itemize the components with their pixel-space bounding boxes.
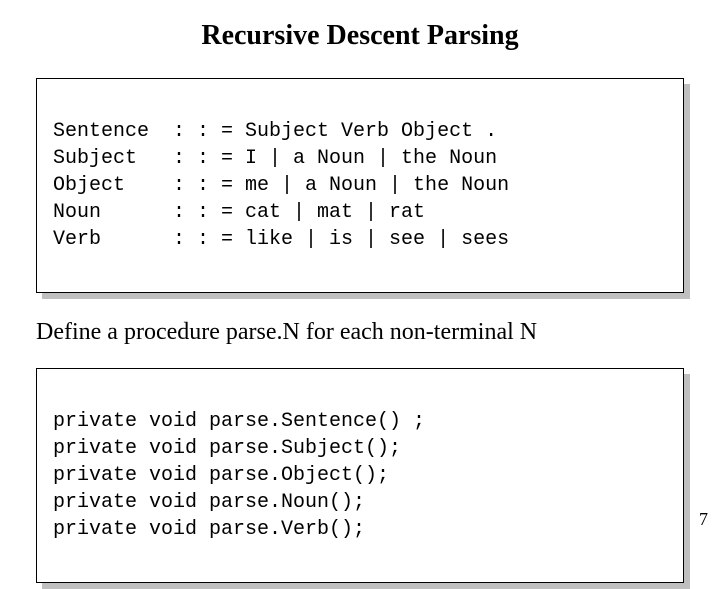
code-line: private void parse.Noun(); (53, 491, 365, 514)
page-number: 7 (699, 509, 708, 530)
body-text: Define a procedure parse.N for each non-… (36, 319, 684, 346)
code-panel: private void parse.Sentence() ; private … (36, 368, 684, 583)
slide-title: Recursive Descent Parsing (36, 20, 684, 52)
grammar-line: Noun : : = cat | mat | rat (53, 201, 425, 224)
code-line: private void parse.Object(); (53, 464, 389, 487)
grammar-box: Sentence : : = Subject Verb Object . Sub… (36, 78, 684, 293)
grammar-line: Sentence : : = Subject Verb Object . (53, 120, 497, 143)
code-box: private void parse.Sentence() ; private … (36, 368, 684, 583)
code-line: private void parse.Subject(); (53, 437, 401, 460)
code-line: private void parse.Verb(); (53, 518, 365, 541)
grammar-panel: Sentence : : = Subject Verb Object . Sub… (36, 78, 684, 293)
code-line: private void parse.Sentence() ; (53, 410, 425, 433)
grammar-line: Verb : : = like | is | see | sees (53, 228, 509, 251)
grammar-line: Subject : : = I | a Noun | the Noun (53, 147, 497, 170)
grammar-line: Object : : = me | a Noun | the Noun (53, 174, 509, 197)
slide: Recursive Descent Parsing Sentence : : =… (0, 0, 720, 540)
